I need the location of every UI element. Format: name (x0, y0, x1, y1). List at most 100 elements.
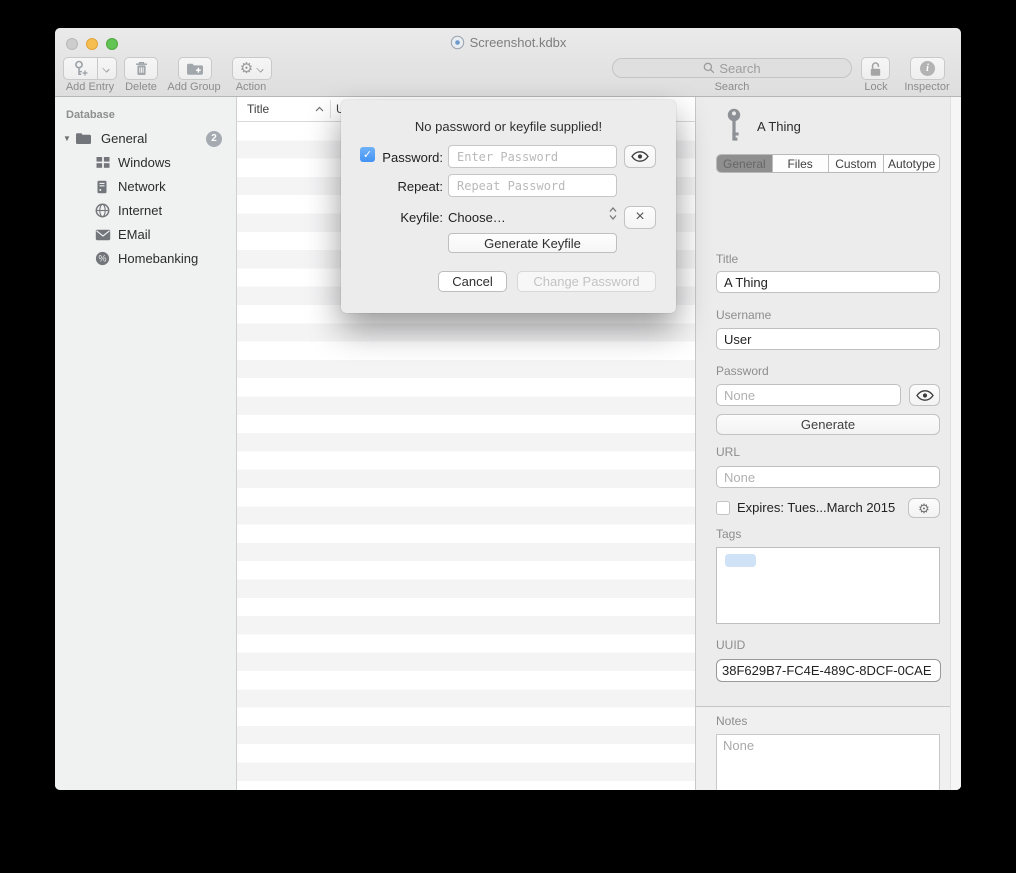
sidebar-item-label: General (101, 131, 147, 146)
notes-label: Notes (716, 714, 747, 728)
column-header-title[interactable]: Title (247, 102, 269, 116)
uuid-label: UUID (716, 638, 745, 652)
sidebar-item-email[interactable]: EMail (55, 224, 236, 245)
titlebar-toolbar: Screenshot.kdbx Add Entry (55, 28, 961, 97)
sidebar-item-general[interactable]: ▼ General 2 (55, 128, 236, 149)
dialog-repeat-label: Repeat: (353, 179, 443, 194)
sidebar-item-label: Network (118, 179, 166, 194)
tags-label: Tags (716, 527, 741, 541)
lock-open-icon (868, 61, 883, 77)
lock-label: Lock (853, 81, 899, 93)
tab-general[interactable]: General (717, 155, 773, 172)
info-icon: i (920, 61, 935, 76)
add-group-button[interactable] (178, 57, 212, 80)
percent-circle-icon: % (95, 251, 110, 266)
sidebar-item-label: Windows (118, 155, 171, 170)
notes-field[interactable] (716, 734, 940, 790)
eye-icon (916, 390, 934, 401)
gear-icon: ⚙ (240, 61, 253, 76)
column-divider[interactable] (330, 100, 331, 118)
search-icon (703, 62, 715, 74)
add-group-label: Add Group (162, 81, 226, 93)
tab-files[interactable]: Files (773, 155, 829, 172)
dialog-password-input[interactable] (448, 145, 617, 168)
change-password-button[interactable]: Change Password (517, 271, 656, 292)
tab-autotype[interactable]: Autotype (884, 155, 939, 172)
action-label: Action (225, 81, 277, 93)
cancel-button[interactable]: Cancel (438, 271, 507, 292)
svg-text:%: % (98, 254, 106, 264)
username-label: Username (716, 308, 771, 322)
password-label: Password (716, 364, 769, 378)
tab-custom[interactable]: Custom (829, 155, 885, 172)
dialog-keyfile-label: Keyfile: (353, 210, 443, 225)
trash-icon (135, 61, 148, 76)
stepper-icon[interactable] (609, 206, 617, 221)
expires-label: Expires: Tues...March 2015 (737, 500, 895, 515)
add-entry-button[interactable] (63, 57, 117, 80)
lock-button[interactable] (861, 57, 890, 80)
sidebar: Database ▼ General 2 Windows Network (55, 97, 237, 790)
keyfile-popup[interactable]: Choose… (448, 210, 506, 225)
eye-icon (631, 151, 649, 162)
envelope-icon (95, 229, 111, 241)
username-field[interactable] (716, 328, 940, 350)
desktop: Screenshot.kdbx Add Entry (0, 0, 1016, 873)
sidebar-item-network[interactable]: Network (55, 176, 236, 197)
app-window: Screenshot.kdbx Add Entry (55, 28, 961, 790)
tag-chip[interactable] (725, 554, 756, 567)
expires-settings-button[interactable]: ⚙ (908, 498, 940, 518)
generate-keyfile-button[interactable]: Generate Keyfile (448, 233, 617, 253)
show-password-button[interactable] (909, 384, 940, 406)
window-title: Screenshot.kdbx (470, 35, 567, 50)
search-placeholder: Search (719, 61, 760, 76)
disclosure-triangle-icon[interactable]: ▼ (63, 134, 71, 143)
inspector-label: Inspector (899, 81, 955, 93)
clear-keyfile-button[interactable]: × (624, 206, 656, 229)
inspector-tabs: General Files Custom Autotype (716, 154, 940, 173)
globe-icon (95, 203, 110, 218)
dialog-password-label: Password: (353, 150, 443, 165)
sidebar-item-label: Internet (118, 203, 162, 218)
sidebar-item-homebanking[interactable]: % Homebanking (55, 248, 236, 269)
inspector-scrollbar[interactable] (950, 97, 961, 790)
add-entry-dropdown[interactable] (98, 58, 116, 79)
dialog-repeat-input[interactable] (448, 174, 617, 197)
search-input[interactable]: Search (612, 58, 852, 78)
window-title-group: Screenshot.kdbx (55, 35, 961, 50)
chevron-down-icon (103, 65, 110, 72)
sidebar-item-internet[interactable]: Internet (55, 200, 236, 221)
inspector-button[interactable]: i (910, 57, 945, 80)
expires-checkbox[interactable] (716, 501, 730, 515)
sidebar-item-label: EMail (118, 227, 151, 242)
sidebar-header: Database (66, 109, 115, 121)
tags-field[interactable] (716, 547, 940, 624)
entry-title: A Thing (757, 119, 801, 134)
sidebar-item-label: Homebanking (118, 251, 198, 266)
folder-icon (75, 132, 92, 145)
delete-button[interactable] (124, 57, 158, 80)
gear-icon: ⚙ (918, 502, 930, 515)
title-field[interactable] (716, 271, 940, 293)
password-field[interactable] (716, 384, 901, 406)
chevron-down-icon (257, 65, 264, 72)
document-proxy-icon (450, 35, 465, 50)
add-entry-main[interactable] (64, 58, 97, 79)
inspector-panel: A Thing General Files Custom Autotype Ti… (695, 97, 961, 790)
change-password-sheet: No password or keyfile supplied! ✓ Passw… (341, 100, 676, 313)
sort-ascending-icon (315, 106, 324, 112)
uuid-field[interactable] (716, 659, 941, 682)
dialog-show-password-button[interactable] (624, 145, 656, 168)
close-x-icon: × (635, 209, 644, 225)
add-entry-label: Add Entry (56, 81, 124, 93)
generate-password-button[interactable]: Generate (716, 414, 940, 435)
url-field[interactable] (716, 466, 940, 488)
server-icon (95, 180, 109, 194)
dialog-message: No password or keyfile supplied! (341, 119, 676, 134)
sidebar-item-windows[interactable]: Windows (55, 152, 236, 173)
key-plus-icon (73, 60, 88, 77)
action-button[interactable]: ⚙ (232, 57, 272, 80)
delete-label: Delete (116, 81, 166, 93)
url-label: URL (716, 445, 740, 459)
folder-plus-icon (186, 62, 204, 76)
